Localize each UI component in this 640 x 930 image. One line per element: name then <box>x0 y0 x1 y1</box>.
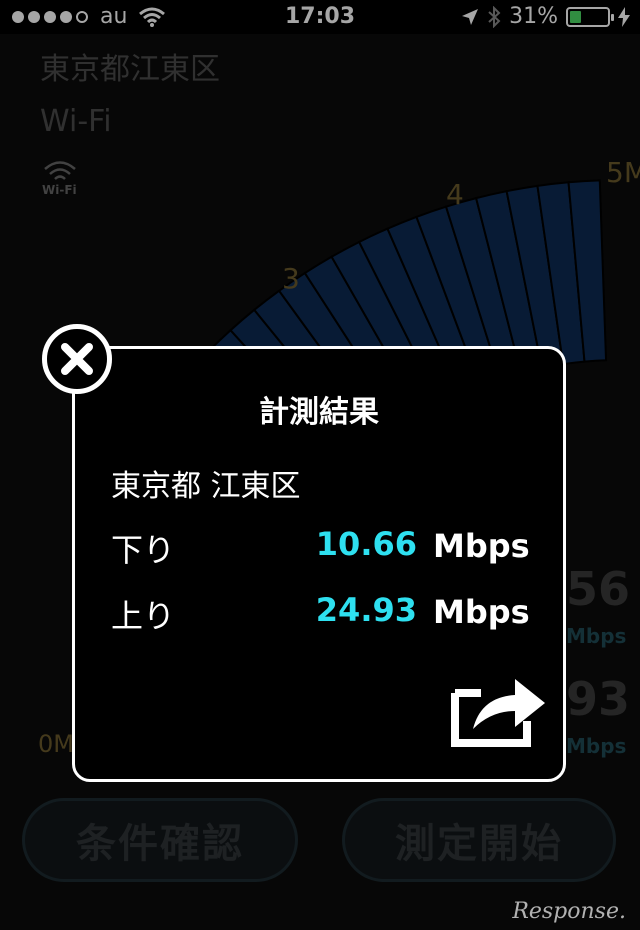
dialog-title: 計測結果 <box>259 395 379 430</box>
download-unit: Mbps <box>433 527 530 565</box>
download-label: 下り <box>111 531 176 569</box>
dialog-location: 東京都 江東区 <box>111 469 301 504</box>
upload-unit: Mbps <box>433 593 530 631</box>
upload-label: 上り <box>111 597 176 635</box>
close-icon <box>61 343 93 375</box>
result-dialog: 計測結果 東京都 江東区 下り 10.66 Mbps 上り 24.93 Mbps <box>72 346 566 782</box>
download-value: 10.66 <box>315 525 417 563</box>
watermark: Response. <box>512 899 626 924</box>
close-dialog-button[interactable] <box>42 324 112 394</box>
upload-value: 24.93 <box>315 591 417 629</box>
share-icon[interactable] <box>451 671 547 747</box>
